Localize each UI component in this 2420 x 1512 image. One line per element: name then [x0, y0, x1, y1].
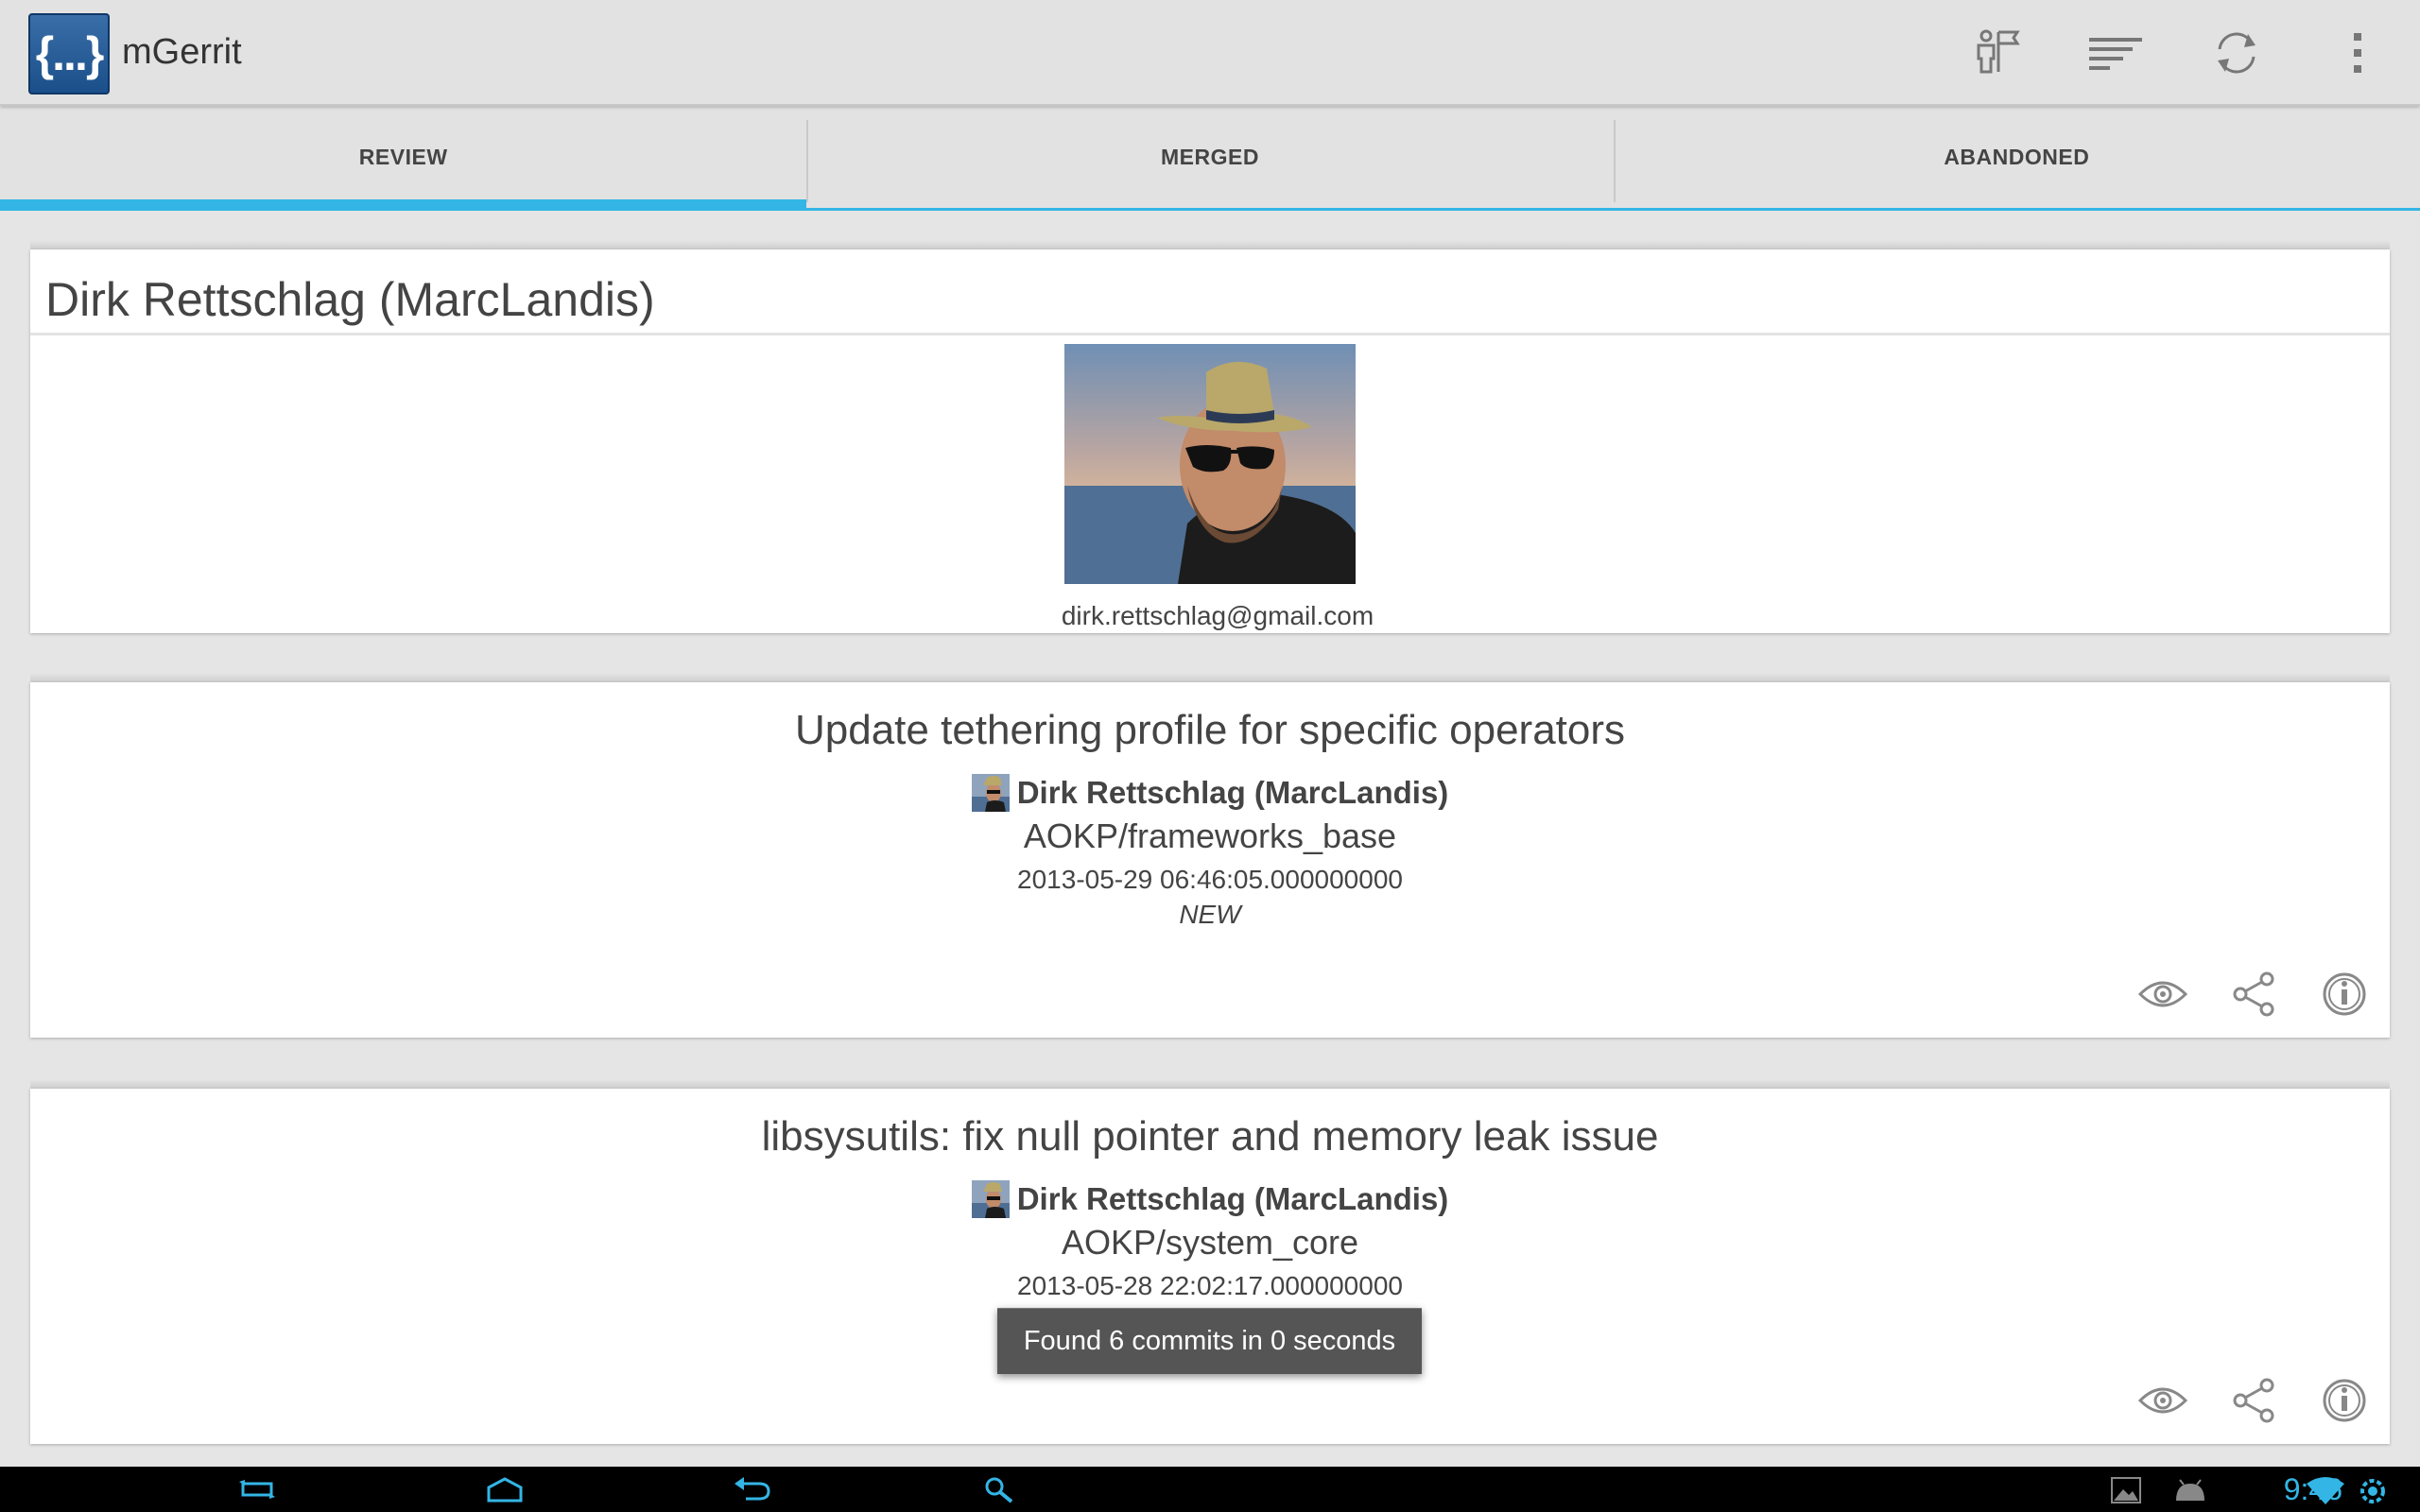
- commit-project[interactable]: AOKP/system_core: [30, 1223, 2390, 1263]
- view-button[interactable]: [2118, 966, 2208, 1022]
- refresh-icon: [2218, 32, 2256, 74]
- share-button[interactable]: [2208, 1372, 2299, 1429]
- divider: [30, 333, 2390, 335]
- settings-status-icon: [2360, 1479, 2385, 1503]
- commit-actions: [2118, 1372, 2390, 1429]
- toast-message: Found 6 commits in 0 seconds: [997, 1308, 1422, 1374]
- search-icon: [985, 1477, 1013, 1503]
- user-card: Dirk Rettschlag (MarcLandis) dirk.rettsc…: [30, 240, 2390, 633]
- commit-author-name: Dirk Rettschlag (MarcLandis): [1016, 775, 1449, 810]
- tab-merged[interactable]: MERGED: [806, 107, 1613, 208]
- commit-date: 2013-05-29 06:46:05.000000000: [1017, 865, 1403, 894]
- commit-project[interactable]: AOKP/frameworks_base: [30, 816, 2390, 856]
- team-button[interactable]: [1951, 13, 2042, 93]
- system-bar: 9:46: [0, 1467, 2420, 1512]
- back-icon: [735, 1477, 770, 1501]
- sort-icon: [2089, 38, 2142, 70]
- refresh-button[interactable]: [2191, 13, 2282, 93]
- info-icon: [2323, 972, 2366, 1016]
- gallery-notification-icon: [2111, 1477, 2141, 1503]
- commit-author-name: Dirk Rettschlag (MarcLandis): [1016, 1181, 1449, 1216]
- overflow-menu-button[interactable]: [2312, 13, 2403, 93]
- commit-status: NEW: [1179, 900, 1241, 929]
- back-button[interactable]: [715, 1470, 790, 1508]
- sort-button[interactable]: [2070, 13, 2161, 93]
- card-shadow: [30, 673, 2390, 682]
- wifi-icon: [2307, 1477, 2344, 1504]
- commit-author[interactable]: Dirk Rettschlag (MarcLandis): [30, 1180, 2390, 1218]
- commit-title: libsysutils: fix null pointer and memory…: [761, 1113, 1659, 1160]
- eye-icon: [2137, 1387, 2188, 1414]
- recent-apps-button[interactable]: [219, 1470, 295, 1508]
- card-shadow: [30, 1079, 2390, 1089]
- tab-review[interactable]: REVIEW: [0, 107, 807, 211]
- avatar: [1064, 344, 1356, 584]
- eye-icon: [2137, 981, 2188, 1007]
- commit-actions: [2118, 966, 2390, 1022]
- commit-author[interactable]: Dirk Rettschlag (MarcLandis): [30, 774, 2390, 812]
- commit-title: Update tethering profile for specific op…: [794, 707, 1626, 753]
- info-button[interactable]: [2299, 1372, 2390, 1429]
- share-icon: [2233, 971, 2274, 1017]
- home-icon: [487, 1477, 523, 1503]
- recent-apps-icon: [239, 1480, 275, 1499]
- commit-card[interactable]: libsysutils: fix null pointer and memory…: [30, 1079, 2390, 1444]
- commit-date: 2013-05-28 22:02:17.000000000: [1017, 1271, 1403, 1300]
- tab-bar: REVIEW MERGED ABANDONED: [0, 107, 2420, 211]
- info-button[interactable]: [2299, 966, 2390, 1022]
- share-icon: [2233, 1378, 2274, 1423]
- team-icon: [1977, 29, 2020, 74]
- user-email[interactable]: dirk.rettschlag@gmail.com: [30, 601, 2390, 631]
- search-button[interactable]: [962, 1470, 1038, 1508]
- card-shadow: [30, 240, 2390, 249]
- action-bar: {...} mGerrit: [0, 0, 2420, 106]
- home-button[interactable]: [467, 1470, 543, 1508]
- android-debug-icon: [2176, 1479, 2204, 1501]
- app-title: mGerrit: [122, 32, 242, 72]
- user-name: Dirk Rettschlag (MarcLandis): [45, 273, 655, 326]
- overflow-menu-icon: [2354, 33, 2361, 73]
- share-button[interactable]: [2208, 966, 2299, 1022]
- info-icon: [2323, 1379, 2366, 1422]
- app-logo-icon[interactable]: {...}: [28, 13, 110, 94]
- author-avatar: [971, 774, 1010, 812]
- author-avatar: [971, 1180, 1010, 1218]
- view-button[interactable]: [2118, 1372, 2208, 1429]
- tab-abandoned[interactable]: ABANDONED: [1613, 107, 2420, 208]
- commit-card[interactable]: Update tethering profile for specific op…: [30, 673, 2390, 1038]
